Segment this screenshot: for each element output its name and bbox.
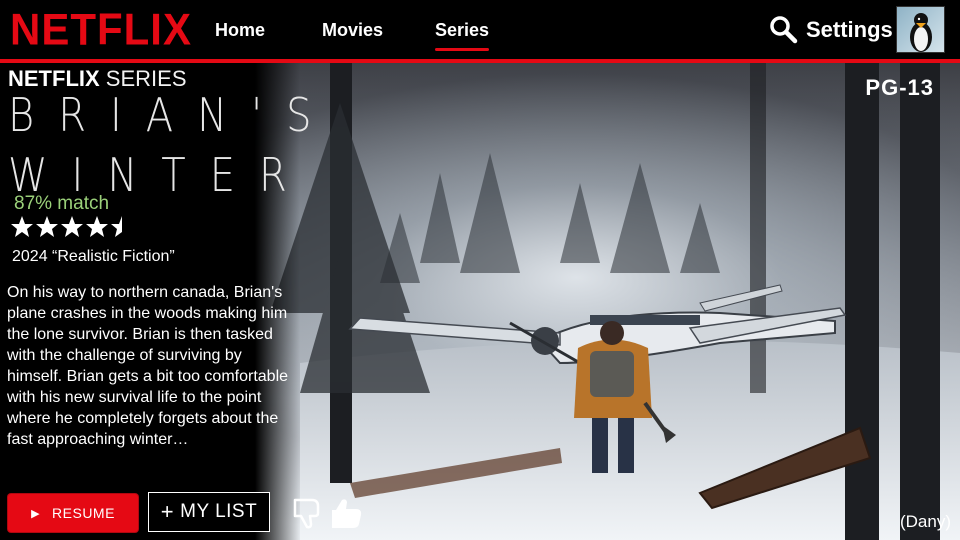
thumbs-up-icon[interactable] [332,499,362,528]
resume-button[interactable]: ▶ RESUME [8,494,138,532]
netflix-logo[interactable]: NETFLIX [10,5,192,54]
nav-movies[interactable]: Movies [322,20,383,41]
series-label-light: SERIES [105,66,187,91]
play-icon: ▶ [31,507,41,520]
star-rating [11,216,122,237]
title-line-1: BRIAN'S [8,89,336,143]
plus-icon: + [160,499,175,524]
year-genre: 2024 “Realistic Fiction” [12,248,175,265]
match-percentage: 87% match [14,193,110,214]
netflix-series-label: NETFLIX SERIES [8,68,187,90]
my-list-label: MY LIST [180,501,258,522]
nav-home[interactable]: Home [215,20,265,41]
top-navigation-bar: NETFLIX Home Movies Series Settings [0,0,960,60]
settings-link[interactable]: Settings [806,17,893,43]
series-label-bold: NETFLIX [8,66,100,91]
thumbs-down-icon[interactable] [293,498,320,529]
star-icon [11,216,33,237]
star-icon [36,216,58,237]
star-icon [61,216,83,237]
synopsis-text: On his way to northern canada, Brian's p… [7,284,289,448]
nav-series[interactable]: Series [435,20,490,51]
my-list-button[interactable]: + MY LIST [148,492,270,532]
profile-avatar[interactable] [896,6,945,53]
search-icon[interactable] [768,14,798,44]
netflix-title-page: NETFLIX Home Movies Series Settings PG-1… [0,0,960,540]
artist-credit: (Dany) [899,512,951,531]
resume-label: RESUME [52,505,115,521]
star-icon [86,216,108,237]
half-star-icon [111,216,122,237]
maturity-rating-badge: PG-13 [865,75,934,100]
penguin-icon [910,13,932,52]
rating-thumbs [293,498,362,529]
hero-banner: PG-13 NETFLIX SERIES BRIAN'S WINTER 87% … [0,63,960,540]
